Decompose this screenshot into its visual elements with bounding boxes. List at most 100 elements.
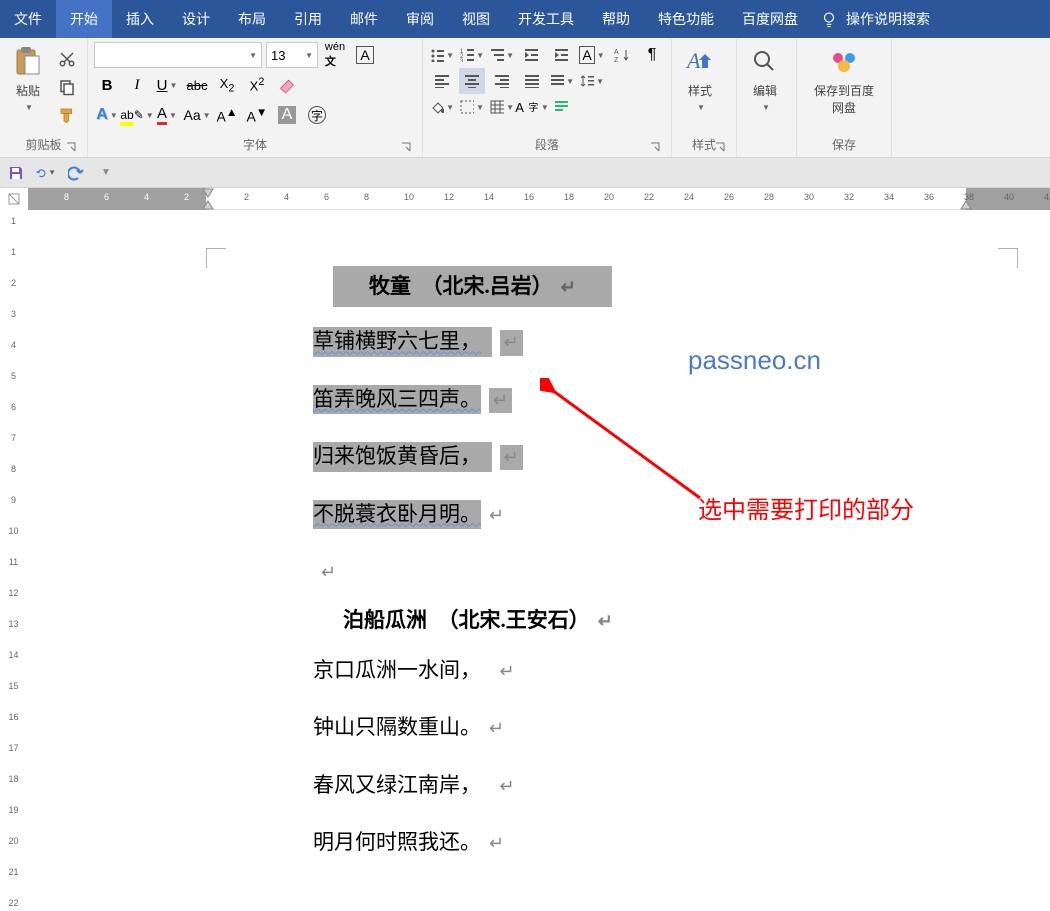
hanging-indent-marker[interactable] — [202, 200, 214, 210]
asian-layout-button[interactable]: A▼ — [579, 42, 605, 68]
styles-button[interactable]: A 样式 ▼ — [678, 42, 722, 116]
cut-button[interactable] — [54, 46, 80, 72]
align-distribute-button[interactable]: ▼ — [549, 68, 575, 94]
group-editing: 编辑 ▼ — [737, 38, 797, 157]
group-styles-label: 样式 — [678, 134, 730, 157]
numbering-icon: 123 — [460, 48, 474, 62]
poem1-title: 牧童 （北宋.吕岩）↵ — [313, 260, 633, 313]
line-spacing-button[interactable]: ▼ — [579, 68, 605, 94]
dialog-launcher-icon[interactable] — [714, 141, 726, 153]
poem-1: 牧童 （北宋.吕岩）↵ 草铺横野六七里， ↵ 笛弄晚风三四声。↵ 归来饱饭黄昏后… — [313, 260, 633, 871]
highlight-button[interactable]: ab✎▼ — [124, 102, 150, 128]
align-left-button[interactable] — [429, 68, 455, 94]
poem2-title: 泊船瓜洲 （北宋.王安石）↵ — [313, 600, 633, 641]
chevron-down-icon: ▼ — [762, 103, 770, 112]
tab-home[interactable]: 开始 — [56, 0, 112, 38]
group-clipboard: 粘贴 ▼ 剪贴板 — [0, 38, 88, 157]
borders-button[interactable]: ▼ — [459, 94, 485, 120]
tab-file[interactable]: 文件 — [0, 0, 56, 38]
subscript-button[interactable]: X2 — [214, 72, 240, 98]
align-right-icon — [494, 74, 510, 88]
svg-text:A: A — [685, 48, 701, 73]
save-button[interactable] — [6, 163, 26, 183]
tab-devtools[interactable]: 开发工具 — [504, 0, 588, 38]
font-color-button[interactable]: A▼ — [154, 102, 180, 128]
watermark-text: passneo.cn — [688, 345, 821, 376]
bucket-icon — [430, 100, 444, 114]
char-shading-button[interactable]: A — [274, 102, 300, 128]
group-styles: A 样式 ▼ 样式 — [672, 38, 737, 157]
shrink-font-button[interactable]: A▼ — [244, 102, 270, 128]
annotation-text: 选中需要打印的部分 — [698, 490, 914, 525]
redo-button[interactable] — [66, 163, 86, 183]
char-border-button[interactable]: A — [352, 42, 378, 68]
document-area[interactable]: 牧童 （北宋.吕岩）↵ 草铺横野六七里， ↵ 笛弄晚风三四声。↵ 归来饱饭黄昏后… — [28, 210, 1050, 911]
format-painter-button[interactable] — [54, 102, 80, 128]
enclose-char-button[interactable]: 字 — [304, 102, 330, 128]
grow-font-button[interactable]: A▲ — [214, 102, 240, 128]
increase-indent-button[interactable] — [549, 42, 575, 68]
tell-me-search[interactable]: 操作说明搜索 — [820, 9, 930, 29]
horizontal-ruler[interactable]: 8642246810121416182022242628303234363840… — [28, 188, 1050, 210]
clear-format-button[interactable] — [274, 72, 300, 98]
tab-view[interactable]: 视图 — [448, 0, 504, 38]
tab-design[interactable]: 设计 — [168, 0, 224, 38]
quick-access-toolbar: ▼ ▼ — [0, 158, 1050, 188]
copy-icon — [58, 78, 76, 96]
first-line-indent-marker[interactable] — [202, 188, 214, 198]
bullets-button[interactable]: ▼ — [429, 42, 455, 68]
shading-button[interactable]: ▼ — [429, 94, 455, 120]
tab-references[interactable]: 引用 — [280, 0, 336, 38]
para-icon — [554, 100, 570, 114]
show-marks-button[interactable]: ¶ — [639, 42, 665, 68]
italic-button[interactable]: I — [124, 72, 150, 98]
superscript-button[interactable]: X2 — [244, 72, 270, 98]
dialog-launcher-icon[interactable] — [65, 141, 77, 153]
align-center-button[interactable] — [459, 68, 485, 94]
change-case-button[interactable]: Aa▼ — [184, 102, 210, 128]
tab-mail[interactable]: 邮件 — [336, 0, 392, 38]
dialog-launcher-icon[interactable] — [400, 141, 412, 153]
corner-icon — [8, 193, 20, 205]
copy-button[interactable] — [54, 74, 80, 100]
strikethrough-button[interactable]: abc — [184, 72, 210, 98]
multilevel-list-button[interactable]: ▼ — [489, 42, 515, 68]
svg-text:A: A — [614, 49, 619, 56]
text-effects-button[interactable]: A▼ — [94, 102, 120, 128]
numbering-button[interactable]: 123▼ — [459, 42, 485, 68]
distribute-icon — [550, 74, 564, 88]
group-editing-label — [743, 151, 790, 157]
align-justify-button[interactable] — [519, 68, 545, 94]
paste-icon — [13, 46, 43, 78]
tab-help[interactable]: 帮助 — [588, 0, 644, 38]
text-direction-button[interactable]: A字▼ — [519, 94, 545, 120]
multilevel-icon — [490, 48, 504, 62]
font-size-combo[interactable]: 13▼ — [266, 42, 318, 68]
para-settings-button[interactable] — [549, 94, 575, 120]
sort-icon: AZ — [614, 48, 630, 62]
decrease-indent-button[interactable] — [519, 42, 545, 68]
tab-baidu[interactable]: 百度网盘 — [728, 0, 812, 38]
tab-insert[interactable]: 插入 — [112, 0, 168, 38]
tab-special[interactable]: 特色功能 — [644, 0, 728, 38]
phonetic-guide-button[interactable]: wén文 — [322, 42, 348, 68]
poem2-line1: 京口瓜洲一水间， ↵ — [313, 642, 633, 699]
tab-layout[interactable]: 布局 — [224, 0, 280, 38]
editing-button[interactable]: 编辑 ▼ — [743, 42, 787, 116]
underline-button[interactable]: U▼ — [154, 72, 180, 98]
sort-button[interactable]: AZ — [609, 42, 635, 68]
bold-button[interactable]: B — [94, 72, 120, 98]
undo-button[interactable]: ▼ — [36, 163, 56, 183]
font-family-combo[interactable]: ▼ — [94, 42, 262, 68]
save-baidu-label: 保存到百度网盘 — [809, 82, 879, 116]
align-right-button[interactable] — [489, 68, 515, 94]
dialog-launcher-icon[interactable] — [649, 141, 661, 153]
svg-text:3: 3 — [460, 59, 464, 62]
save-baidu-button[interactable]: 保存到百度网盘 — [803, 42, 885, 120]
tab-review[interactable]: 审阅 — [392, 0, 448, 38]
grid-icon — [490, 100, 504, 114]
styles-label: 样式 — [688, 82, 712, 99]
qat-customize-button[interactable]: ▼ — [96, 163, 116, 183]
snap-grid-button[interactable]: ▼ — [489, 94, 515, 120]
paste-button[interactable]: 粘贴 ▼ — [6, 42, 50, 116]
